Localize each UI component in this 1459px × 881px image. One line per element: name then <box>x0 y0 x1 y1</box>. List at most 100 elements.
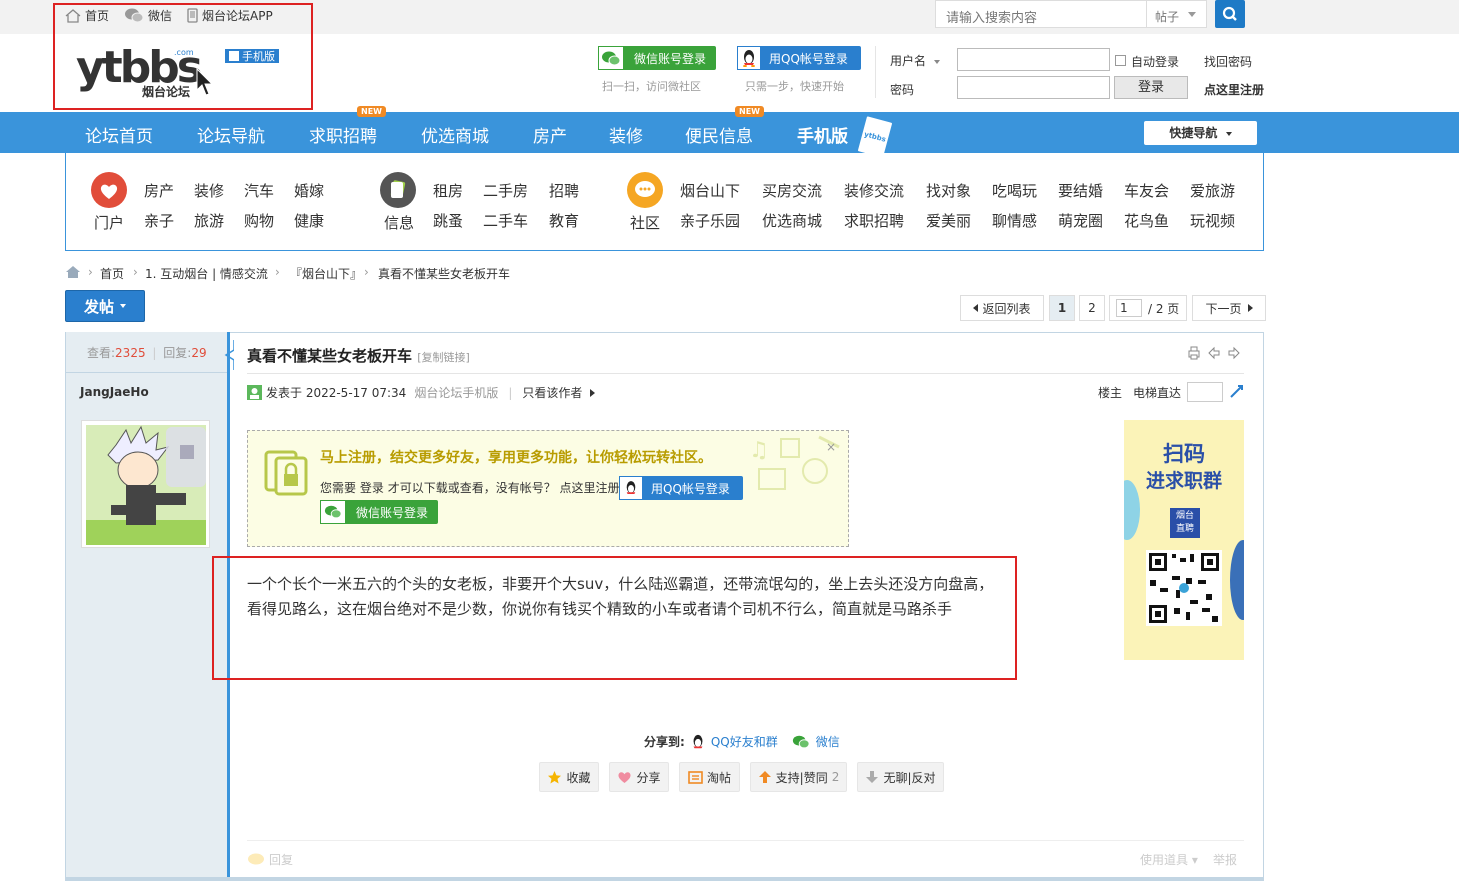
subnav-link[interactable]: 亲子乐园 <box>680 210 740 231</box>
password-field[interactable] <box>957 76 1110 99</box>
subnav-link[interactable]: 求职招聘 <box>844 210 904 231</box>
subnav-link[interactable]: 汽车 <box>244 180 274 201</box>
share-button[interactable]: 分享 <box>609 762 669 792</box>
use-tool-link[interactable]: 使用道具 ▾ <box>1140 851 1198 868</box>
subnav-link[interactable]: 装修交流 <box>844 180 904 201</box>
share-wechat-link[interactable]: 微信 <box>816 733 840 750</box>
support-button[interactable]: 支持|赞同 2 <box>750 762 847 792</box>
subnav-link[interactable]: 健康 <box>294 210 324 231</box>
avatar[interactable] <box>81 420 210 548</box>
auto-login-checkbox[interactable] <box>1115 55 1126 66</box>
mobile-tag-icon <box>229 51 239 61</box>
page-2-button[interactable]: 2 <box>1079 295 1105 321</box>
search-type-select[interactable]: 帖子 <box>1147 0 1207 28</box>
wechat-login-hint: 扫一扫，访问微社区 <box>602 80 701 93</box>
job-group-ad[interactable]: 扫码 进求职群 烟台 直聘 <box>1124 420 1244 660</box>
info-doc-icon[interactable] <box>380 172 416 208</box>
reply-link[interactable]: 回复 <box>247 851 293 868</box>
subnav-link[interactable]: 要结婚 <box>1058 180 1103 201</box>
register-link[interactable]: 点这里注册 <box>560 481 620 495</box>
subnav-link[interactable]: 买房交流 <box>762 180 822 201</box>
nav-services[interactable]: 便民信息 NEW <box>685 106 764 147</box>
subnav-link[interactable]: 装修 <box>194 180 224 201</box>
subnav-link[interactable]: 车友会 <box>1124 180 1169 201</box>
subnav-link[interactable]: 二手房 <box>483 180 528 201</box>
page-1-button[interactable]: 1 <box>1049 295 1075 321</box>
category-portal-label[interactable]: 门户 <box>94 212 124 233</box>
close-icon[interactable]: × <box>826 440 836 454</box>
elevator-go-icon[interactable] <box>1229 383 1245 399</box>
login-button[interactable]: 登录 <box>1114 76 1188 99</box>
community-chat-icon[interactable] <box>627 172 663 208</box>
next-thread-icon[interactable] <box>1227 346 1241 360</box>
subnav-link[interactable]: 烟台山下 <box>680 180 740 201</box>
site-logo[interactable]: ytbbs .com 烟台论坛 <box>76 42 206 100</box>
report-link[interactable]: 举报 <box>1213 851 1237 868</box>
subnav-link[interactable]: 婚嫁 <box>294 180 324 201</box>
subnav-link[interactable]: 亲子 <box>144 210 174 231</box>
nav-decoration[interactable]: 装修 <box>609 122 643 147</box>
share-qq-link[interactable]: QQ好友和群 <box>711 733 778 750</box>
subnav-link[interactable]: 玩视频 <box>1190 210 1235 231</box>
wechat-login-button[interactable]: 微信账号登录 <box>320 500 438 524</box>
category-community-label[interactable]: 社区 <box>630 212 660 233</box>
subnav-link[interactable]: 二手车 <box>483 210 528 231</box>
subnav-link[interactable]: 购物 <box>244 210 274 231</box>
find-password-link[interactable]: 找回密码 <box>1204 53 1252 70</box>
subnav-link[interactable]: 租房 <box>433 180 463 201</box>
subnav-link[interactable]: 找对象 <box>926 180 971 201</box>
subnav-link[interactable]: 花鸟鱼 <box>1124 210 1169 231</box>
category-info-label[interactable]: 信息 <box>384 212 414 233</box>
subnav-link[interactable]: 爱旅游 <box>1190 180 1235 201</box>
prev-thread-icon[interactable] <box>1207 346 1221 360</box>
page-jump-input[interactable]: 1 <box>1116 299 1142 317</box>
only-author-link[interactable]: 只看该作者 <box>522 384 582 401</box>
subnav-link[interactable]: 招聘 <box>549 180 579 201</box>
subnav-link[interactable]: 跳蚤 <box>433 210 463 231</box>
register-link[interactable]: 点这里注册 <box>1204 81 1264 98</box>
top-app-link[interactable]: 烟台论坛APP <box>187 7 273 24</box>
collect-thread-button[interactable]: 淘帖 <box>679 762 740 792</box>
breadcrumb-home-icon[interactable] <box>65 265 81 279</box>
search-button[interactable] <box>1215 0 1245 28</box>
subnav-link[interactable]: 教育 <box>549 210 579 231</box>
next-page-button[interactable]: 下一页 <box>1192 295 1266 321</box>
back-to-list-button[interactable]: 返回列表 <box>960 295 1044 321</box>
wechat-login-button[interactable]: 微信账号登录 <box>598 46 716 70</box>
nav-guide[interactable]: 论坛导航 <box>197 122 265 147</box>
nav-jobs[interactable]: 求职招聘 NEW <box>309 106 386 147</box>
qq-login-button[interactable]: 用QQ帐号登录 <box>619 476 743 500</box>
search-input[interactable]: 请输入搜索内容 <box>935 0 1147 28</box>
nav-realestate[interactable]: 房产 <box>533 122 567 147</box>
top-home-link[interactable]: 首页 <box>65 7 109 24</box>
login-link[interactable]: 登录 <box>360 481 384 495</box>
quick-nav-button[interactable]: 快捷导航 <box>1144 121 1257 145</box>
breadcrumb-link[interactable]: 首页 <box>100 265 124 282</box>
subnav-link[interactable]: 爱美丽 <box>926 210 971 231</box>
nav-mall[interactable]: 优选商城 <box>421 122 489 147</box>
mobile-version-tag[interactable]: 手机版 <box>225 49 279 63</box>
username-field[interactable] <box>957 48 1110 71</box>
new-post-button[interactable]: 发帖 <box>65 290 145 322</box>
breadcrumb-link[interactable]: 1. 互动烟台 | 情感交流 <box>145 265 268 282</box>
favorite-button[interactable]: 收藏 <box>539 762 599 792</box>
nav-home[interactable]: 论坛首页 <box>85 122 153 147</box>
author-name[interactable]: JangJaeHo <box>80 385 149 399</box>
username-label[interactable]: 用户名 <box>890 52 940 69</box>
print-icon[interactable] <box>1187 346 1201 360</box>
posted-via-link[interactable]: 烟台论坛手机版 <box>414 384 498 401</box>
breadcrumb-link[interactable]: 『烟台山下』 <box>290 265 362 282</box>
subnav-link[interactable]: 萌宠圈 <box>1058 210 1103 231</box>
top-wechat-link[interactable]: 微信 <box>124 7 172 24</box>
copy-link[interactable]: [复制链接] <box>417 351 470 364</box>
nav-mobile[interactable]: 手机版 <box>797 122 848 147</box>
subnav-link[interactable]: 聊情感 <box>992 210 1037 231</box>
subnav-link[interactable]: 旅游 <box>194 210 224 231</box>
oppose-button[interactable]: 无聊|反对 <box>857 762 944 792</box>
subnav-link[interactable]: 吃喝玩 <box>992 180 1037 201</box>
subnav-link[interactable]: 房产 <box>144 180 174 201</box>
portal-heart-icon[interactable] <box>91 172 127 208</box>
qq-login-button[interactable]: 用QQ帐号登录 <box>737 46 861 70</box>
subnav-link[interactable]: 优选商城 <box>762 210 822 231</box>
elevator-input[interactable] <box>1187 382 1223 402</box>
